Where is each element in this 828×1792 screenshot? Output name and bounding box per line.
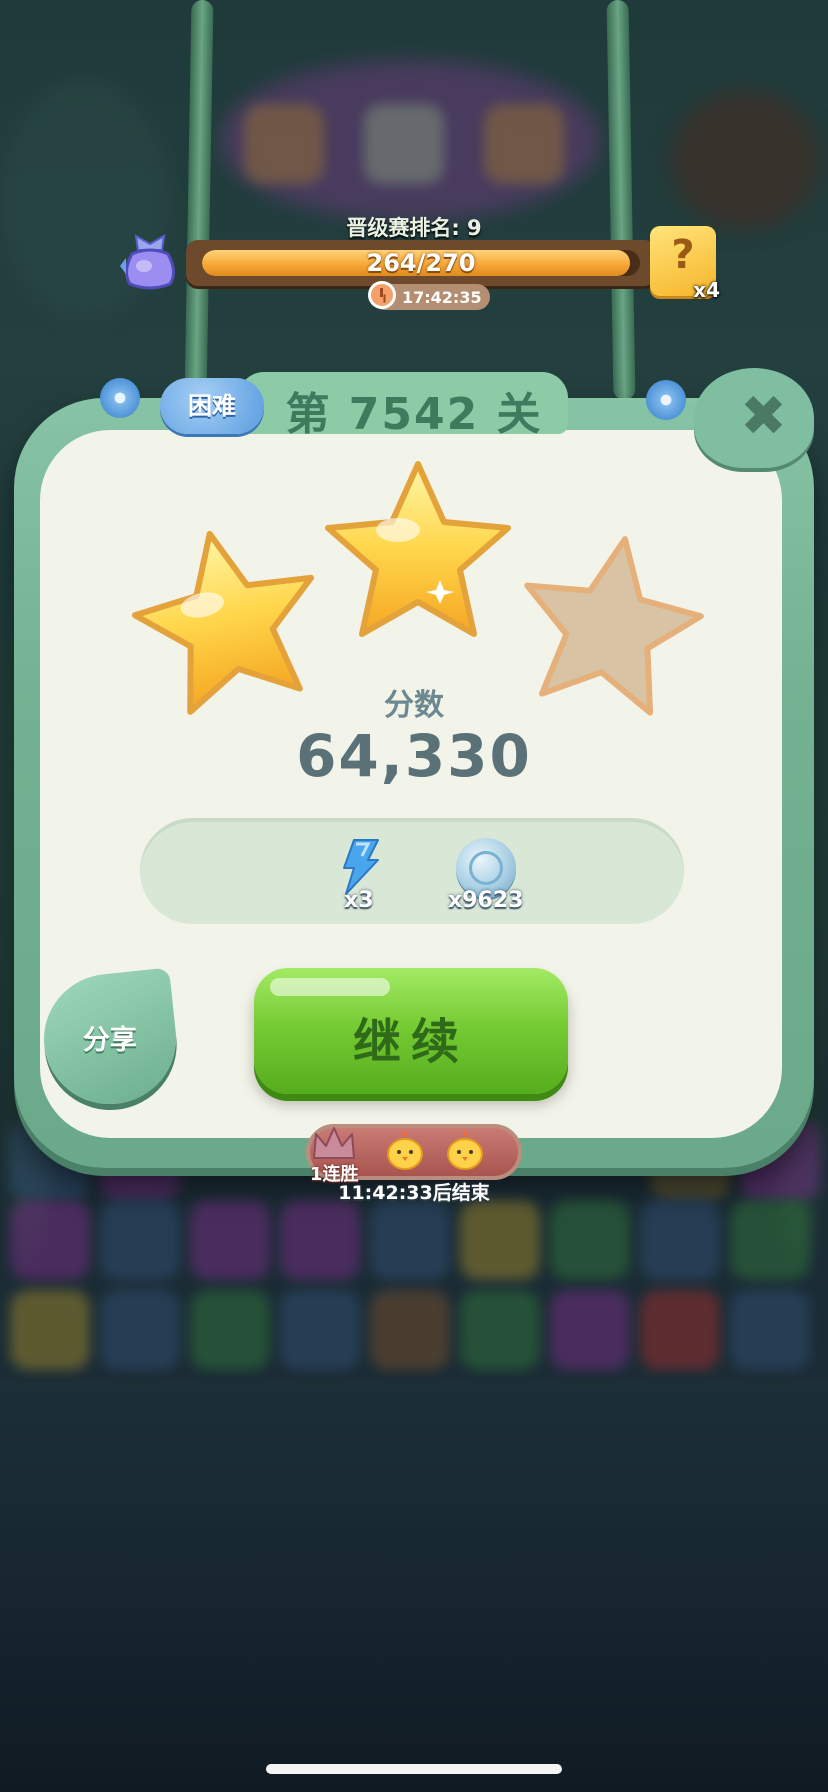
clock-icon xyxy=(368,281,396,309)
reward-bag-icon[interactable] xyxy=(112,222,188,298)
puzzle-piece-icon[interactable]: ? x4 xyxy=(650,226,720,302)
difficulty-badge: 困难 xyxy=(160,378,264,434)
crown-icon xyxy=(313,1127,355,1159)
continue-button[interactable]: 继续 xyxy=(254,968,568,1094)
share-label: 分享 xyxy=(82,1025,137,1057)
coin-count: x9623 xyxy=(448,888,524,913)
score-label: 分数 xyxy=(384,688,444,723)
progress-text: 264/270 xyxy=(366,249,476,277)
progress-bar: 264/270 xyxy=(186,240,656,286)
continue-label: 继续 xyxy=(352,1014,469,1070)
event-timer-text: 17:42:35 xyxy=(402,288,482,307)
rewards-panel xyxy=(140,818,684,924)
chick-icon xyxy=(387,1130,423,1170)
chick-icon xyxy=(447,1130,483,1170)
flower-icon xyxy=(646,380,686,420)
puzzle-count: x4 xyxy=(693,278,720,302)
flower-icon xyxy=(100,378,140,418)
event-timer: 17:42:35 xyxy=(368,281,490,310)
bolt-count: x3 xyxy=(344,888,374,913)
star-2-filled xyxy=(325,461,511,637)
score-value: 64,330 xyxy=(296,722,532,790)
home-indicator[interactable] xyxy=(266,1764,562,1774)
close-button[interactable]: ✖ xyxy=(694,368,814,468)
win-streak-countdown: 11:42:33后结束 xyxy=(338,1182,490,1204)
close-icon: ✖ xyxy=(740,384,787,449)
